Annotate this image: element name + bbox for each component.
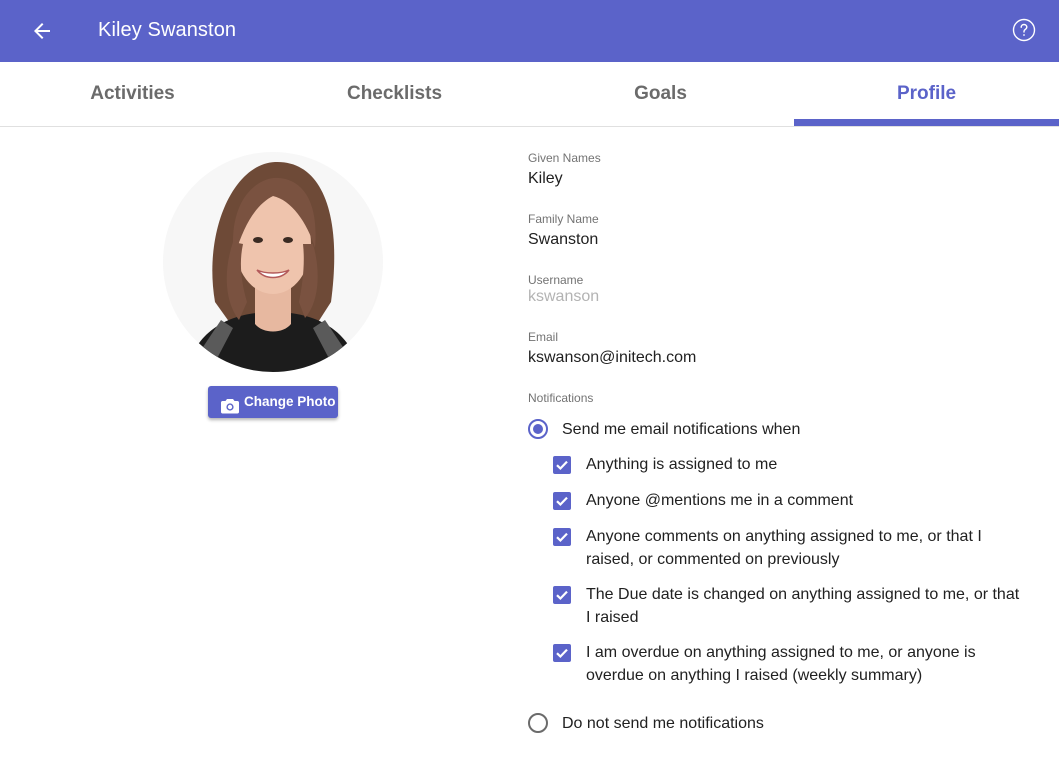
email-value[interactable]: kswanson@initech.com xyxy=(528,349,696,367)
checkbox-overdue[interactable] xyxy=(553,644,571,662)
no-notifications-label: Do not send me notifications xyxy=(562,715,764,732)
username-label: Username xyxy=(528,273,584,287)
checkbox-overdue-label: I am overdue on anything assigned to me,… xyxy=(586,644,976,684)
email-label: Email xyxy=(528,330,559,344)
no-notifications-radio[interactable] xyxy=(528,713,548,733)
given-names-value[interactable]: Kiley xyxy=(528,170,563,188)
tab-checklists[interactable]: Checklists xyxy=(262,62,527,126)
tab-profile[interactable]: Profile xyxy=(794,62,1059,126)
checkbox-comments[interactable] xyxy=(553,528,571,546)
change-photo-button[interactable]: Change Photo xyxy=(208,386,338,418)
profile-photo xyxy=(163,152,383,372)
send-notifications-radio[interactable] xyxy=(528,419,548,439)
given-names-label: Given Names xyxy=(528,151,601,165)
tab-goals[interactable]: Goals xyxy=(528,62,793,126)
camera-icon xyxy=(221,394,239,414)
page-title: Kiley Swanston xyxy=(98,19,237,41)
checkbox-assigned-label: Anything is assigned to me xyxy=(586,456,778,473)
change-photo-label: Change Photo xyxy=(244,394,336,409)
checkbox-due-date[interactable] xyxy=(553,586,571,604)
tab-activities[interactable]: Activities xyxy=(0,62,265,126)
help-circle-icon[interactable] xyxy=(1012,18,1036,42)
family-name-value[interactable]: Swanston xyxy=(528,231,598,249)
app-bar: Kiley Swanston xyxy=(0,0,1059,62)
active-tab-indicator xyxy=(794,119,1059,126)
checkbox-due-date-label: The Due date is changed on anything assi… xyxy=(586,586,1020,626)
checkbox-comments-label: Anyone comments on anything assigned to … xyxy=(586,528,982,568)
checkbox-assigned[interactable] xyxy=(553,456,571,474)
username-value: kswanson xyxy=(528,288,600,305)
notifications-label: Notifications xyxy=(528,391,594,405)
tab-bar: Activities Checklists Goals Profile xyxy=(0,62,1059,127)
checkbox-mentions[interactable] xyxy=(553,492,571,510)
checkbox-mentions-label: Anyone @mentions me in a comment xyxy=(586,492,854,509)
arrow-left-icon[interactable] xyxy=(30,19,54,43)
family-name-label: Family Name xyxy=(528,212,599,226)
send-notifications-label: Send me email notifications when xyxy=(562,421,801,438)
